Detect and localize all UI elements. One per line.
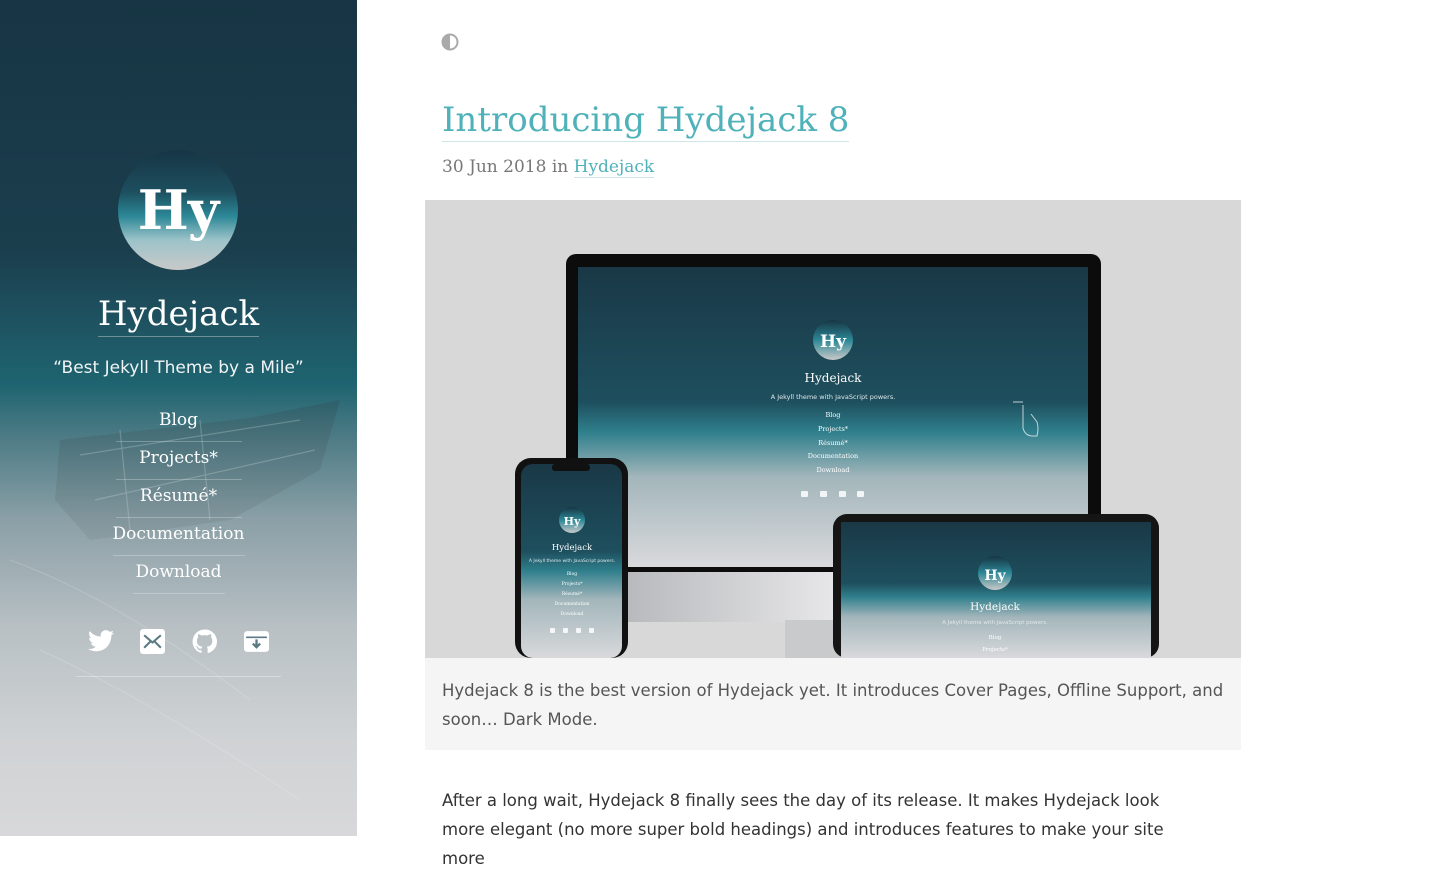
mockup-tablet-nav-blog: Blog	[989, 635, 1002, 641]
post-in-label: in	[551, 157, 569, 177]
mockup-phone-nav-documentation: Documentation	[555, 601, 590, 607]
post-category-link[interactable]: Hydejack	[573, 157, 655, 178]
hero-image: Hy Hydejack A Jekyll theme with JavaScri…	[425, 200, 1241, 658]
mockup-monitor-nav-documentation: Documentation	[808, 452, 858, 460]
mockup-tablet-tagline: A Jekyll theme with JavaScript powers.	[942, 620, 1048, 626]
github-icon[interactable]	[192, 628, 218, 654]
nav-item-documentation[interactable]: Documentation	[112, 518, 245, 556]
mockup-phone-nav-resume: Résumé*	[562, 590, 583, 597]
hero-caption: Hydejack 8 is the best version of Hydeja…	[425, 658, 1241, 750]
site-title[interactable]: Hydejack	[0, 294, 357, 337]
twitter-icon[interactable]	[87, 628, 114, 654]
mockup-monitor-nav-blog: Blog	[826, 411, 841, 419]
contrast-icon[interactable]	[441, 33, 459, 51]
mockup-phone-title: Hydejack	[552, 543, 593, 553]
mockup-tablet-nav-projects: Projects*	[982, 647, 1008, 653]
post-body-paragraph: After a long wait, Hydejack 8 finally se…	[442, 791, 1164, 868]
mockup-phone-nav-download: Download	[561, 611, 584, 617]
nav-item-download[interactable]: Download	[132, 556, 225, 594]
nav-item-projects[interactable]: Projects*	[115, 442, 242, 480]
mockup-monitor-nav-resume: Résumé*	[818, 439, 848, 447]
mockup-monitor-title: Hydejack	[805, 371, 863, 385]
post-meta: 30 Jun 2018 in Hydejack	[442, 157, 655, 178]
download-icon[interactable]	[244, 628, 270, 654]
mockup-monitor-logo: Hy	[820, 332, 847, 352]
nav-item-resume[interactable]: Résumé*	[115, 480, 242, 518]
site-tagline: “Best Jekyll Theme by a Mile”	[53, 358, 304, 378]
email-icon[interactable]	[140, 628, 166, 654]
mockup-phone-logo: Hy	[564, 515, 581, 528]
mockup-tablet-title: Hydejack	[970, 601, 1020, 613]
mockup-monitor-nav-download: Download	[817, 466, 850, 474]
sidebar: Hy Hydejack “Best Jekyll Theme by a Mile…	[0, 0, 357, 836]
site-logo[interactable]: Hy	[118, 150, 238, 270]
post-date: 30 Jun 2018	[442, 157, 547, 177]
mockup-phone-nav-projects: Projects*	[562, 581, 584, 587]
post-title[interactable]: Introducing Hydejack 8	[442, 100, 850, 142]
mockup-monitor-tagline: A Jekyll theme with JavaScript powers.	[771, 393, 896, 401]
site-title-text[interactable]: Hydejack	[97, 294, 260, 337]
mockup-phone-tagline: A Jekyll theme with JavaScript powers.	[529, 558, 615, 564]
mockup-phone-nav-blog: Blog	[567, 571, 577, 577]
sidebar-divider	[76, 676, 281, 677]
device-mockup-illustration: Hy Hydejack A Jekyll theme with JavaScri…	[515, 254, 1159, 658]
post-title-link[interactable]: Introducing Hydejack 8	[442, 100, 850, 142]
social-links	[0, 628, 357, 654]
sidebar-nav: Blog Projects* Résumé* Documentation Dow…	[0, 404, 357, 594]
mockup-monitor-nav-projects: Projects*	[818, 425, 849, 433]
mockup-tablet-logo: Hy	[984, 568, 1006, 584]
nav-item-blog[interactable]: Blog	[115, 404, 242, 442]
